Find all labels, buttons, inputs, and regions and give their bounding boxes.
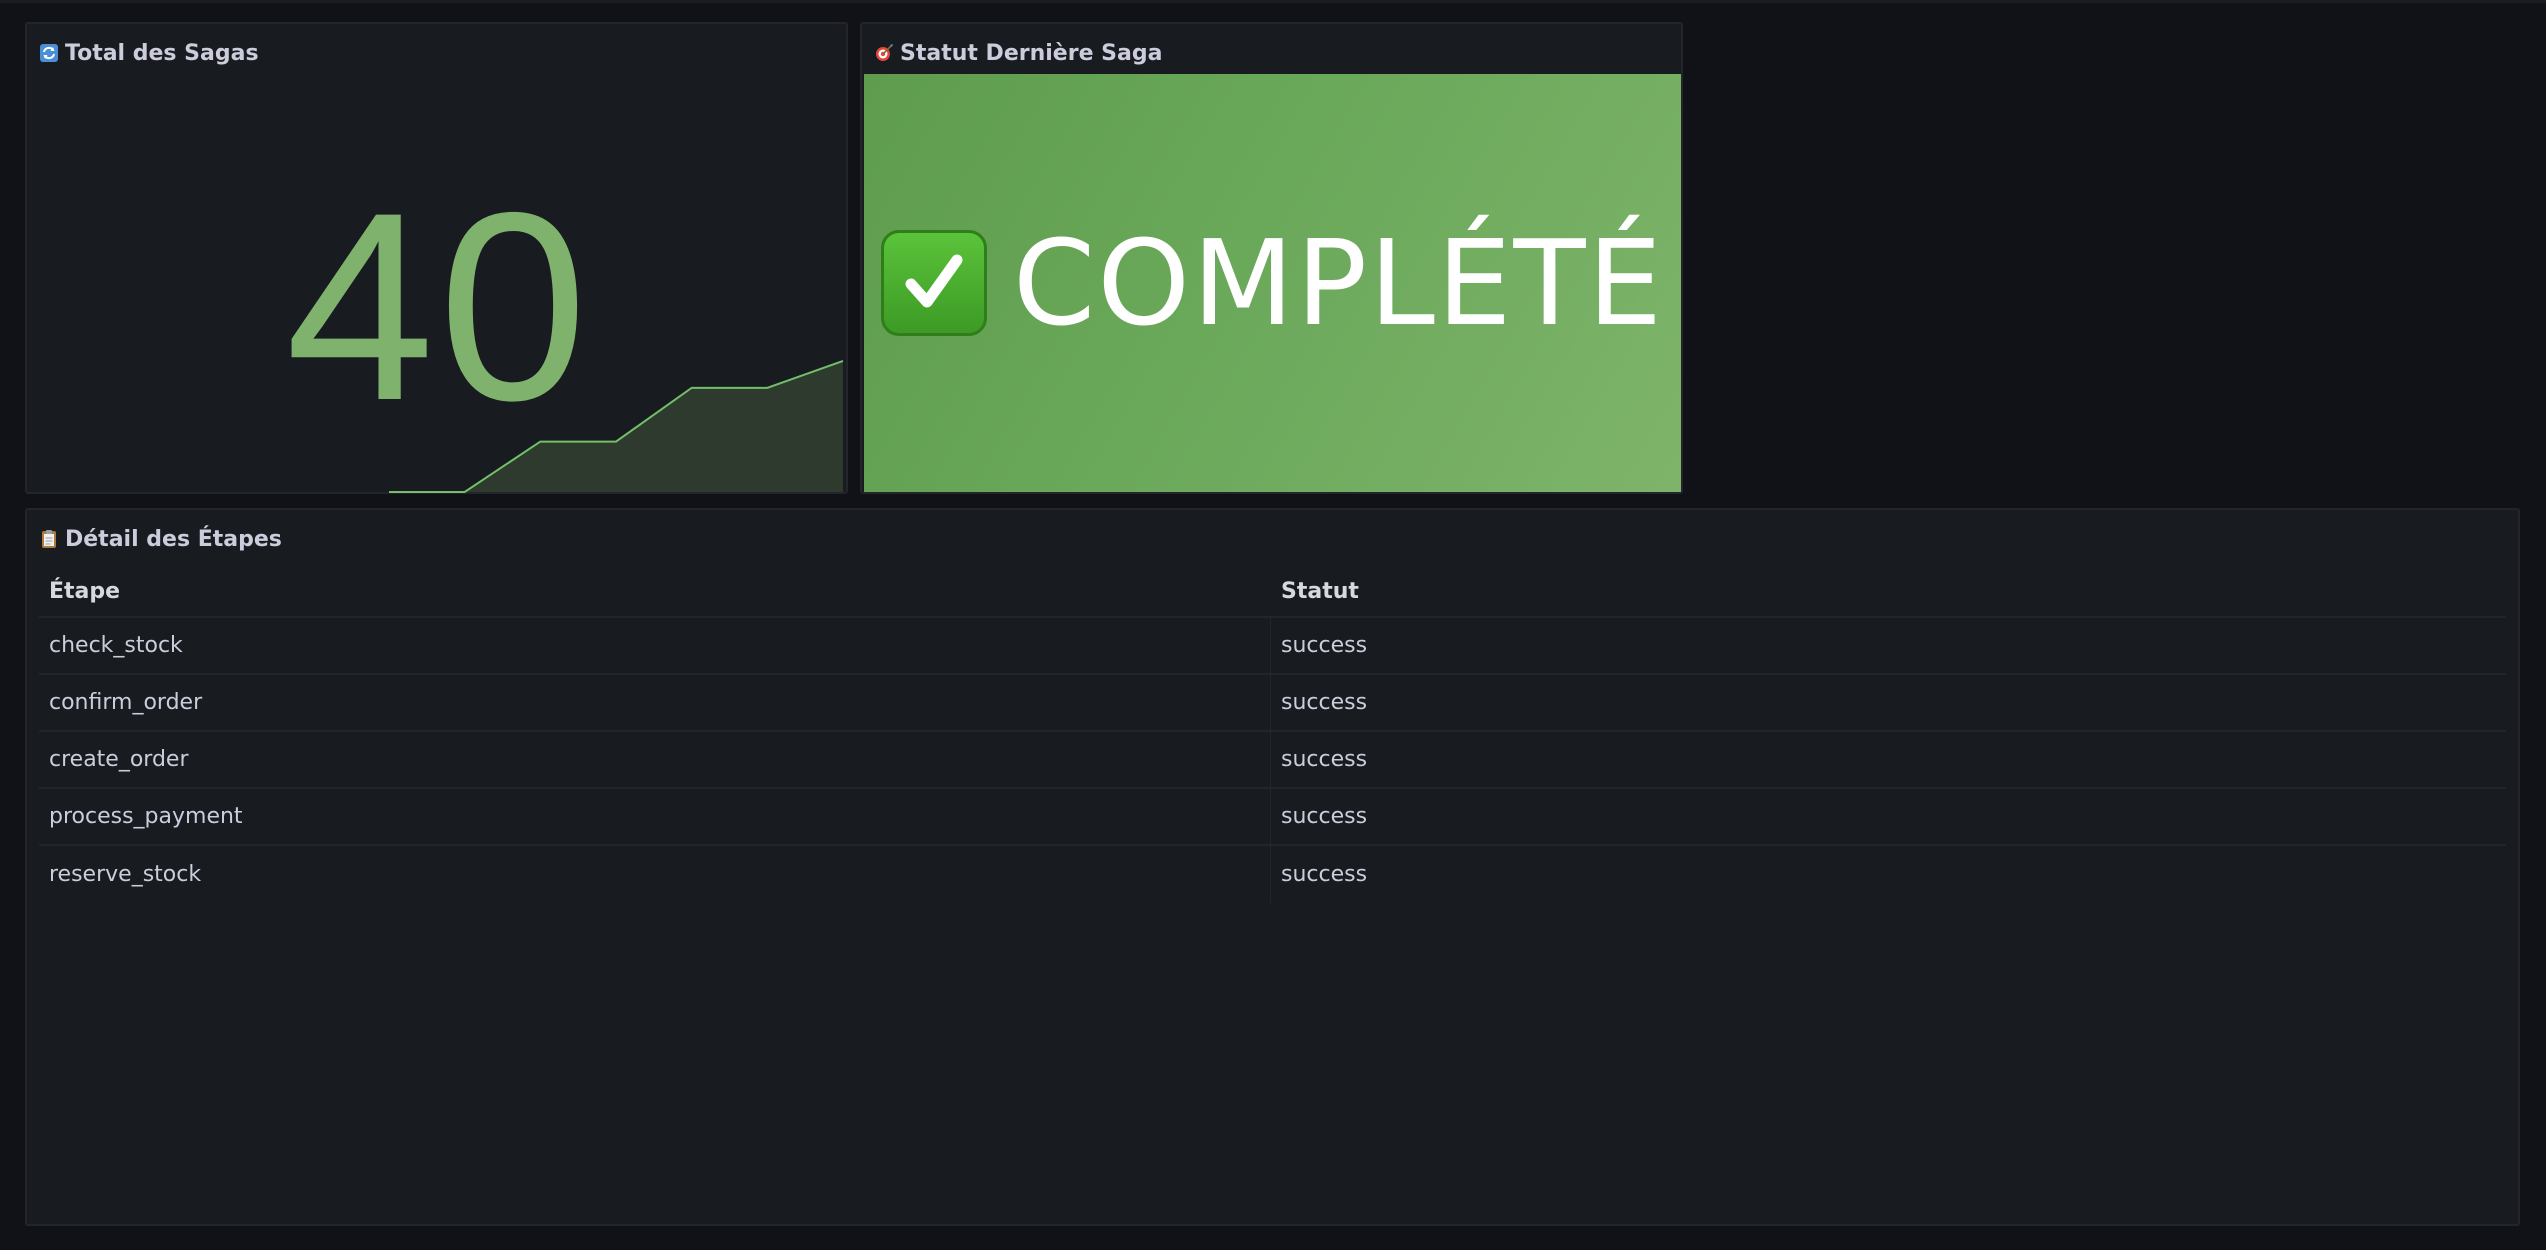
status-value-box: COMPLÉTÉ: [864, 74, 1681, 492]
column-header-step[interactable]: Étape: [39, 566, 1271, 616]
check-mark-button-icon: [880, 230, 987, 336]
step-status-cell: success: [1281, 747, 1368, 772]
step-status-cell: success: [1281, 633, 1368, 658]
step-name-cell: reserve_stock: [39, 846, 1271, 903]
table-row: reserve_stock success: [39, 846, 2506, 903]
step-status-cell: success: [1281, 690, 1368, 715]
step-name-cell: process_payment: [39, 789, 1271, 844]
status-value: COMPLÉTÉ: [1012, 214, 1665, 352]
step-name-cell: check_stock: [39, 618, 1271, 673]
panel-title: Détail des Étapes: [65, 526, 282, 552]
column-header-status[interactable]: Statut: [1271, 566, 2506, 616]
table-row: check_stock success: [39, 618, 2506, 675]
step-name-cell: confirm_order: [39, 675, 1271, 730]
panel-title: Statut Dernière Saga: [900, 40, 1163, 66]
step-name-cell: create_order: [39, 732, 1271, 787]
clipboard-icon: [39, 529, 59, 549]
table-row: process_payment success: [39, 789, 2506, 846]
table-header-row: Étape Statut: [39, 566, 2506, 618]
step-status-cell: success: [1281, 862, 1368, 887]
top-bar: [0, 0, 2546, 3]
panel-total-sagas: Total des Sagas 40: [25, 22, 848, 494]
step-status-cell: success: [1281, 804, 1368, 829]
panel-last-saga-status: Statut Dernière Saga COMPLÉTÉ: [860, 22, 1683, 494]
stat-value: 40: [285, 156, 592, 456]
panel-step-details: Détail des Étapes Étape Statut check_sto…: [25, 508, 2520, 1226]
panel-header[interactable]: Statut Dernière Saga: [874, 38, 1162, 68]
target-icon: [874, 43, 894, 63]
table-row: create_order success: [39, 732, 2506, 789]
table-row: confirm_order success: [39, 675, 2506, 732]
panel-header[interactable]: Détail des Étapes: [39, 524, 282, 554]
steps-table: Étape Statut check_stock success confirm…: [39, 566, 2506, 903]
